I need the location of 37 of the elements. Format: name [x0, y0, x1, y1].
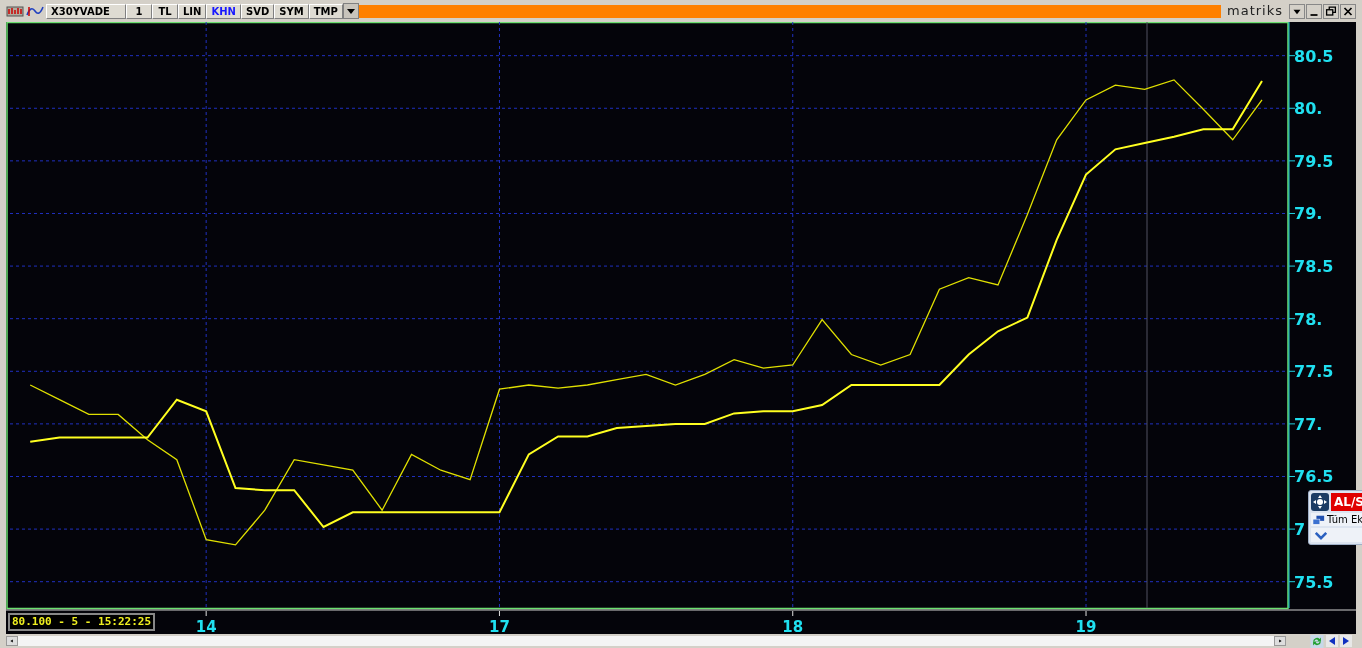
windows-icon — [1313, 514, 1325, 525]
toolbar-button[interactable]: 1 — [126, 3, 152, 19]
toolbar-button[interactable]: SVD — [240, 3, 275, 19]
toolbar-button[interactable]: KHN — [206, 3, 241, 19]
toolbar-button[interactable]: SYM — [274, 3, 309, 19]
x-axis-label: 18 — [782, 618, 804, 634]
toolbar-button[interactable]: X30YVADE — [46, 3, 126, 19]
price-readout: 80.100 - 5 - 15:22:25 — [8, 613, 156, 631]
y-axis-label: 78.5 — [1294, 257, 1334, 277]
x-axis-label: 19 — [1075, 618, 1097, 634]
toolbar-button[interactable]: TMP — [308, 3, 343, 19]
x-axis-label: 14 — [195, 618, 217, 634]
y-axis-label: 80.5 — [1294, 46, 1334, 66]
y-axis-label: 77.5 — [1294, 362, 1334, 382]
toolbar-button[interactable]: TL — [152, 3, 178, 19]
bar-chart-icon[interactable] — [6, 4, 24, 18]
y-axis-label: 78. — [1294, 309, 1323, 329]
move-icon[interactable] — [1311, 493, 1329, 511]
wave-chart-icon[interactable] — [26, 4, 44, 18]
restore-icon[interactable] — [1323, 3, 1339, 19]
y-axis-label: 77. — [1294, 414, 1323, 434]
y-axis-label: 79. — [1294, 204, 1323, 224]
scroll-left-icon[interactable] — [6, 636, 18, 646]
scroll-right-icon[interactable] — [1274, 636, 1286, 646]
close-icon[interactable] — [1340, 3, 1356, 19]
y-axis-label: 75.5 — [1294, 572, 1334, 592]
next-icon[interactable] — [1340, 635, 1352, 647]
y-axis-label: 80. — [1294, 99, 1323, 119]
previous-icon[interactable] — [1326, 635, 1338, 647]
toolbar-button[interactable]: LIN — [178, 3, 207, 19]
x-axis-label: 17 — [489, 618, 510, 634]
y-axis-label: 7 — [1294, 520, 1306, 540]
y-axis-label: 79.5 — [1294, 151, 1334, 171]
y-axis-label: 76.5 — [1294, 467, 1334, 487]
minimize-icon[interactable] — [1306, 3, 1322, 19]
caret-icon[interactable] — [1289, 3, 1305, 19]
chevron-down-icon[interactable] — [1314, 530, 1328, 540]
